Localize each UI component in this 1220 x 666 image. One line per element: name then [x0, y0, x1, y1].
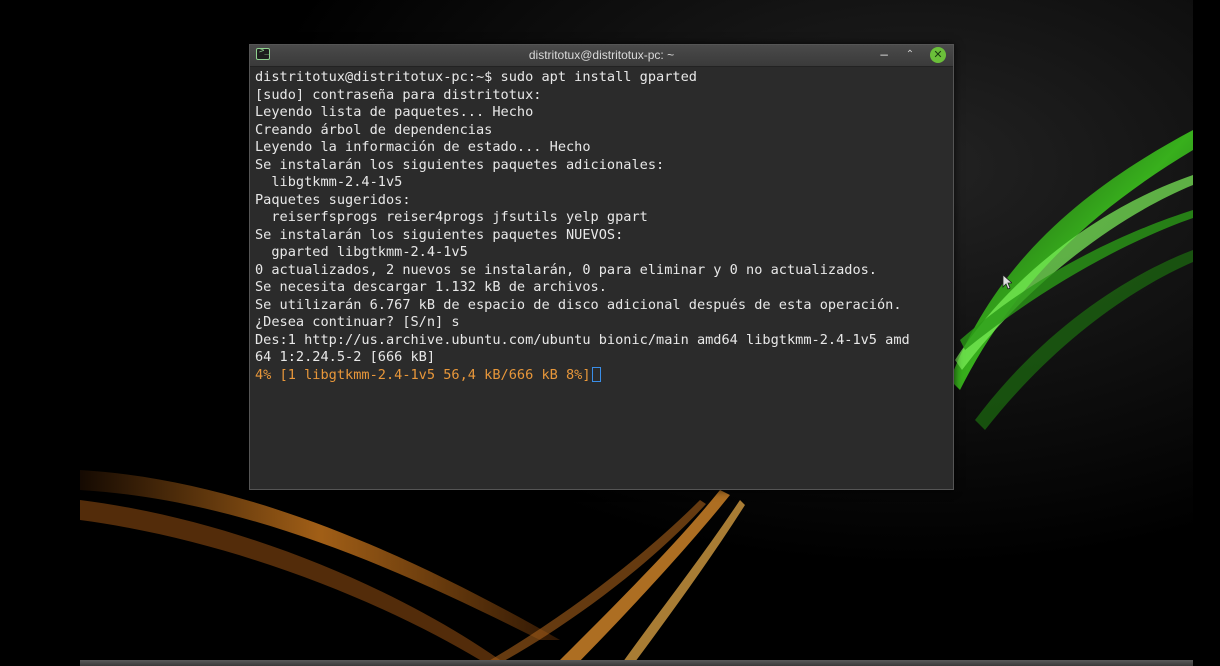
terminal-line: Leyendo lista de paquetes... Hecho — [255, 104, 534, 120]
text-cursor — [591, 366, 601, 382]
terminal-line: [sudo] contraseña para distritotux: — [255, 86, 542, 103]
progress-text: 4% [1 libgtkmm-2.4-1v5 56,4 kB/666 kB 8%… — [255, 366, 591, 383]
terminal-line: Se instalarán los siguientes paquetes ad… — [255, 156, 665, 173]
terminal-line: 64 1:2.24.5-2 [666 kB] — [255, 349, 436, 365]
window-title: distritotux@distritotux-pc: ~ — [528, 48, 675, 62]
desktop: >_ distritotux@distritotux-pc: ~ − ⌃ ✕ d… — [0, 0, 1220, 666]
terminal-line: Des:1 http://us.archive.ubuntu.com/ubunt… — [255, 331, 910, 348]
terminal-line: Creando árbol de dependencias — [255, 121, 493, 138]
minimize-button[interactable]: − — [876, 47, 892, 63]
terminal-line: ¿Desea continuar? [S/n] s — [255, 314, 460, 330]
terminal-line: 0 actualizados, 2 nuevos se instalarán, … — [255, 261, 877, 278]
taskbar[interactable] — [80, 660, 1193, 666]
terminal-window[interactable]: >_ distritotux@distritotux-pc: ~ − ⌃ ✕ d… — [249, 44, 954, 490]
terminal-line: distritotux@distritotux-pc:~$ sudo apt i… — [255, 69, 697, 85]
terminal-line: libgtkmm-2.4-1v5 — [255, 174, 403, 190]
terminal-line: Leyendo la información de estado... Hech… — [255, 139, 591, 155]
close-button[interactable]: ✕ — [930, 47, 946, 63]
maximize-button[interactable]: ⌃ — [902, 47, 918, 63]
terminal-line: Se utilizarán 6.767 kB de espacio de dis… — [255, 296, 902, 313]
window-titlebar[interactable]: >_ distritotux@distritotux-pc: ~ − ⌃ ✕ — [250, 45, 953, 67]
terminal-line: Se instalarán los siguientes paquetes NU… — [255, 226, 624, 243]
download-progress-line: 4% [1 libgtkmm-2.4-1v5 56,4 kB/666 kB 8%… — [255, 366, 601, 384]
terminal-line: Se necesita descargar 1.132 kB de archiv… — [255, 279, 607, 295]
terminal-line: gparted libgtkmm-2.4-1v5 — [255, 244, 468, 260]
mouse-pointer-icon — [1002, 274, 1012, 290]
terminal-line: Paquetes sugeridos: — [255, 191, 411, 208]
terminal-output[interactable]: distritotux@distritotux-pc:~$ sudo apt i… — [250, 67, 953, 487]
terminal-line: reiserfsprogs reiser4progs jfsutils yelp… — [255, 209, 648, 225]
